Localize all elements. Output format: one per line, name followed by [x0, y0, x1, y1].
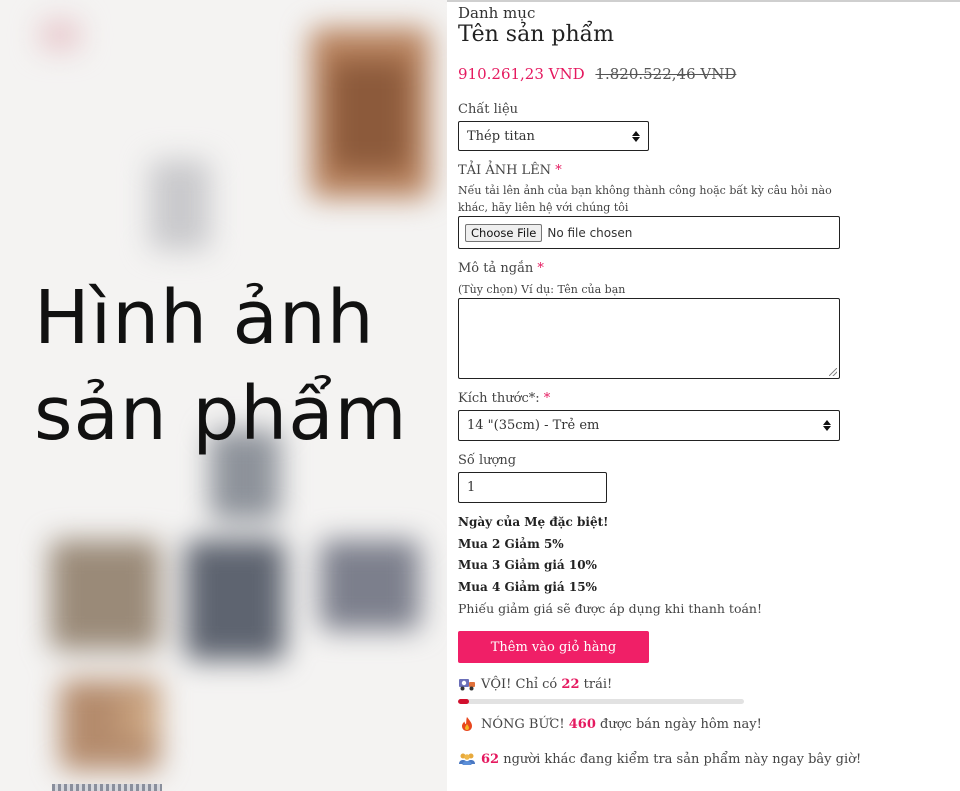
- promo-tier-3: Mua 4 Giảm giá 15%: [458, 580, 597, 594]
- people-icon: [458, 751, 476, 767]
- caption-line-1: Hình ảnh: [34, 275, 375, 361]
- size-label-text: Kích thước*:: [458, 391, 540, 406]
- file-upload-input[interactable]: Choose File No file chosen: [458, 216, 840, 249]
- original-price: 1.820.522,46 VND: [595, 65, 737, 83]
- truck-icon: [458, 676, 476, 692]
- stock-prefix: VỘI! Chỉ có: [481, 676, 558, 692]
- viewers-suffix: người khác đang kiểm tra sản phẩm này ng…: [503, 751, 862, 767]
- upload-help-text: Nếu tải lên ảnh của bạn không thành công…: [458, 184, 832, 214]
- promo-tier-2: Mua 3 Giảm giá 10%: [458, 558, 597, 572]
- promo-tier-1: Mua 2 Giảm 5%: [458, 537, 564, 551]
- product-title: Tên sản phẩm: [458, 22, 614, 47]
- upload-label-text: TẢI ẢNH LÊN: [458, 163, 552, 178]
- required-mark: *: [537, 261, 544, 276]
- top-divider: [447, 0, 960, 2]
- add-to-cart-button[interactable]: Thêm vào giỏ hàng: [458, 631, 649, 663]
- stock-count: 22: [561, 676, 580, 692]
- select-arrows-icon: [632, 130, 640, 142]
- material-select[interactable]: Thép titan: [458, 121, 649, 151]
- caption-line-2: sản phẩm: [34, 371, 408, 457]
- material-selected-value: Thép titan: [467, 128, 535, 144]
- size-label: Kích thước*: *: [458, 391, 550, 406]
- quantity-label: Số lượng: [458, 453, 517, 468]
- description-help-text: (Tùy chọn) Ví dụ: Tên của bạn: [458, 283, 626, 296]
- sale-price: 910.261,23 VND: [458, 65, 585, 83]
- size-selected-value: 14 "(35cm) - Trẻ em: [467, 418, 600, 433]
- promo-note: Phiếu giảm giá sẽ được áp dụng khi thanh…: [458, 601, 762, 616]
- select-arrows-icon: [823, 420, 831, 431]
- sold-prefix: NÓNG BỨC!: [481, 716, 565, 732]
- viewers-count: 62: [481, 751, 500, 767]
- sold-notice: NÓNG BỨC! 460 được bán ngày hôm nay!: [458, 716, 762, 732]
- price-block: 910.261,23 VND 1.820.522,46 VND: [458, 65, 736, 83]
- stock-notice: VỘI! Chỉ có 22 trái!: [458, 676, 612, 692]
- stock-suffix: trái!: [583, 676, 613, 692]
- fire-icon: [458, 716, 476, 732]
- add-to-cart-label: Thêm vào giỏ hàng: [490, 639, 617, 655]
- choose-file-button[interactable]: Choose File: [465, 223, 543, 242]
- description-textarea[interactable]: [458, 298, 840, 379]
- size-select[interactable]: 14 "(35cm) - Trẻ em: [458, 410, 840, 441]
- quantity-value: 1: [467, 480, 476, 495]
- resize-handle-icon[interactable]: [829, 368, 837, 376]
- viewers-notice: 62 người khác đang kiểm tra sản phẩm này…: [458, 751, 861, 767]
- upload-label: TẢI ẢNH LÊN *: [458, 163, 562, 178]
- file-status: No file chosen: [547, 225, 633, 240]
- material-label: Chất liệu: [458, 102, 519, 117]
- stock-progress-fill: [458, 699, 470, 704]
- product-image-area: Hình ảnh sản phẩm: [0, 0, 447, 791]
- image-placeholder-caption: Hình ảnh sản phẩm: [34, 270, 444, 462]
- required-mark: *: [555, 163, 562, 178]
- sold-suffix: được bán ngày hôm nay!: [600, 716, 762, 732]
- quantity-input[interactable]: 1: [458, 472, 607, 503]
- description-label: Mô tả ngắn *: [458, 261, 544, 276]
- sold-count: 460: [568, 716, 596, 732]
- stock-progress-bar: [458, 699, 744, 704]
- breadcrumb-category[interactable]: Danh mục: [458, 4, 535, 22]
- required-mark: *: [543, 391, 551, 406]
- promo-headline: Ngày của Mẹ đặc biệt!: [458, 515, 609, 529]
- description-label-text: Mô tả ngắn: [458, 261, 534, 276]
- thumbnail-strip[interactable]: [52, 784, 162, 791]
